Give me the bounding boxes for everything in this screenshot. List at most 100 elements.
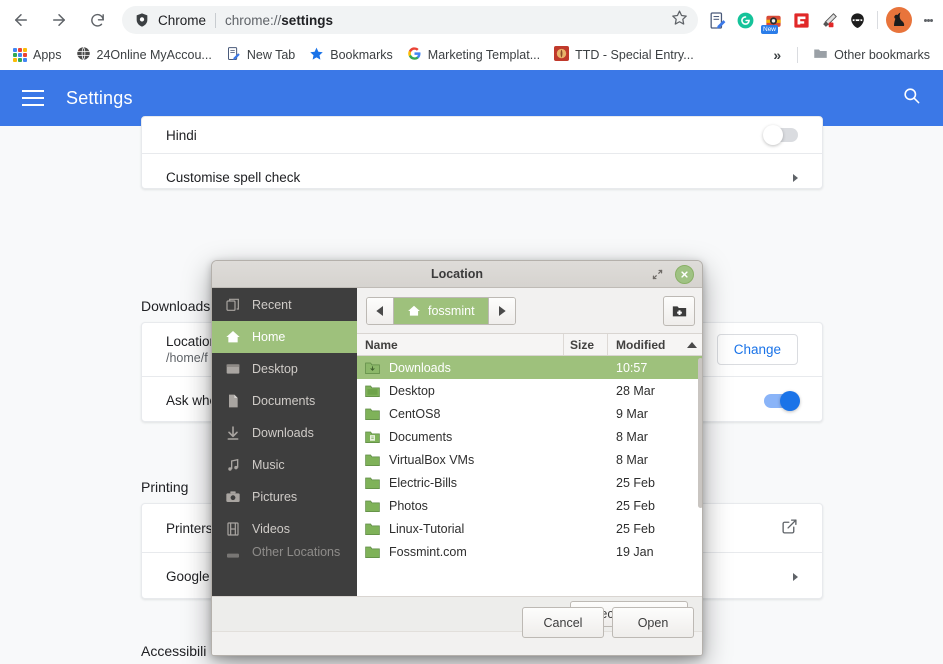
path-forward-button[interactable] xyxy=(488,297,515,324)
file-row-linux-tutorial[interactable]: Linux-Tutorial 25 Feb xyxy=(357,517,702,540)
file-row-centos8[interactable]: CentOS8 9 Mar xyxy=(357,402,702,425)
ninja-extension-icon[interactable] xyxy=(844,7,870,33)
file-name-cell: Photos xyxy=(357,499,564,513)
file-name-cell: CentOS8 xyxy=(357,407,564,421)
bookmark-new-tab[interactable]: New Tab xyxy=(219,43,302,67)
column-header-name[interactable]: Name xyxy=(357,334,564,355)
profile-avatar[interactable] xyxy=(885,6,913,34)
bookmarks-overflow-button[interactable]: » xyxy=(765,47,789,63)
place-label: Videos xyxy=(252,522,290,536)
file-row-downloads[interactable]: Downloads 10:57 xyxy=(357,356,702,379)
place-label: Other Locations xyxy=(252,545,341,559)
grammarly-extension-icon[interactable] xyxy=(732,7,758,33)
other-bookmarks-folder[interactable]: Other bookmarks xyxy=(806,43,937,67)
bookmark-marketing-template[interactable]: Marketing Templat... xyxy=(400,43,547,67)
bookmarks-separator xyxy=(797,47,799,63)
browser-toolbar: Chrome chrome://settings New Apps 24Onli… xyxy=(0,0,943,70)
ask-where-toggle[interactable] xyxy=(764,390,800,411)
places-sidebar: Recent Home Desktop Documents Downloads … xyxy=(212,288,357,596)
file-modified-cell: 10:57 xyxy=(616,360,648,375)
other-locations-icon xyxy=(225,545,241,561)
breadcrumb-label: fossmint xyxy=(428,303,475,318)
place-music[interactable]: Music xyxy=(212,449,357,481)
bookmark-star-icon[interactable] xyxy=(671,9,688,31)
hindi-toggle[interactable] xyxy=(763,125,798,145)
dialog-body: Recent Home Desktop Documents Downloads … xyxy=(212,288,702,596)
column-header-modified[interactable]: Modified xyxy=(608,334,702,355)
file-modified-cell: 8 Mar xyxy=(616,452,648,467)
back-button[interactable] xyxy=(4,3,38,37)
file-row-photos[interactable]: Photos 25 Feb xyxy=(357,494,702,517)
place-videos[interactable]: Videos xyxy=(212,513,357,545)
folder-icon xyxy=(813,46,828,64)
folder-icon xyxy=(365,408,380,420)
place-downloads[interactable]: Downloads xyxy=(212,417,357,449)
camera-extension-icon[interactable]: New xyxy=(760,7,786,34)
open-button[interactable]: Open xyxy=(612,607,694,638)
forward-button[interactable] xyxy=(42,3,76,37)
dialog-titlebar[interactable]: Location xyxy=(212,261,702,288)
row-customise-spell-check[interactable]: Customise spell check xyxy=(142,153,822,201)
cancel-button[interactable]: Cancel xyxy=(522,607,604,638)
column-header-modified-label: Modified xyxy=(616,337,666,352)
file-modified-cell: 8 Mar xyxy=(616,429,648,444)
bookmark-apps[interactable]: Apps xyxy=(6,45,69,65)
chrome-shield-icon xyxy=(134,12,150,28)
file-row-virtualbox-vms[interactable]: VirtualBox VMs 8 Mar xyxy=(357,448,702,471)
note-icon xyxy=(226,46,241,64)
sort-ascending-icon xyxy=(687,341,698,348)
create-folder-button[interactable] xyxy=(663,295,695,326)
breadcrumb-fossmint[interactable]: fossmint xyxy=(393,297,489,324)
place-recent[interactable]: Recent xyxy=(212,289,357,321)
other-bookmarks-label: Other bookmarks xyxy=(834,48,930,62)
bookmark-label: Apps xyxy=(33,48,62,62)
close-icon[interactable] xyxy=(675,265,694,284)
change-location-button[interactable]: Change xyxy=(716,334,798,365)
flipboard-extension-icon[interactable] xyxy=(788,7,814,33)
place-documents[interactable]: Documents xyxy=(212,385,357,417)
notes-extension-icon[interactable] xyxy=(704,7,730,33)
bookmark-label: 24Online MyAccou... xyxy=(96,48,212,62)
bookmark-24online[interactable]: 24Online MyAccou... xyxy=(69,43,219,67)
file-row-fossmint-com[interactable]: Fossmint.com 19 Jan xyxy=(357,540,702,563)
section-title-accessibility: Accessibili xyxy=(141,643,207,659)
chevron-right-icon xyxy=(793,173,798,182)
row-hindi[interactable]: Hindi xyxy=(142,117,822,153)
reload-button[interactable] xyxy=(80,3,114,37)
path-back-button[interactable] xyxy=(367,297,393,324)
location-info: Location /home/f xyxy=(166,334,217,365)
bookmark-label: TTD - Special Entry... xyxy=(575,48,694,62)
path-bar: fossmint xyxy=(357,288,702,334)
hamburger-menu-icon[interactable] xyxy=(22,90,44,106)
bookmark-label: New Tab xyxy=(246,48,296,62)
place-other-locations[interactable]: Other Locations xyxy=(212,545,357,565)
place-desktop[interactable]: Desktop xyxy=(212,353,357,385)
path-breadcrumbs: fossmint xyxy=(366,296,516,325)
column-header-size[interactable]: Size xyxy=(564,334,608,355)
restore-window-icon[interactable] xyxy=(651,268,664,281)
file-row-electric-bills[interactable]: Electric-Bills 25 Feb xyxy=(357,471,702,494)
navigation-row: Chrome chrome://settings New xyxy=(0,0,943,40)
desktop-icon xyxy=(225,361,241,377)
search-icon[interactable] xyxy=(902,86,921,110)
bookmark-ttd[interactable]: TTD - Special Entry... xyxy=(547,43,701,67)
folder-icon xyxy=(365,454,380,466)
file-row-desktop[interactable]: Desktop 28 Mar xyxy=(357,379,702,402)
file-list[interactable]: Downloads 10:57 Desktop 28 Mar CentOS8 9… xyxy=(357,356,702,596)
videos-icon xyxy=(225,521,241,537)
section-title-downloads: Downloads xyxy=(141,298,211,314)
page-title: Settings xyxy=(66,87,133,108)
place-label: Documents xyxy=(252,394,316,408)
chevron-right-icon xyxy=(793,572,798,581)
section-title-printing: Printing xyxy=(141,479,189,495)
folder-downloads-icon xyxy=(365,362,380,374)
eyedropper-extension-icon[interactable] xyxy=(816,7,842,33)
address-bar[interactable]: Chrome chrome://settings xyxy=(122,6,698,34)
file-row-documents[interactable]: Documents 8 Mar xyxy=(357,425,702,448)
chrome-menu-button[interactable] xyxy=(915,7,941,33)
ttd-icon xyxy=(554,46,570,64)
place-home[interactable]: Home xyxy=(212,321,357,353)
place-pictures[interactable]: Pictures xyxy=(212,481,357,513)
file-list-scrollbar[interactable] xyxy=(698,358,702,508)
bookmark-bookmarks[interactable]: Bookmarks xyxy=(302,43,400,67)
